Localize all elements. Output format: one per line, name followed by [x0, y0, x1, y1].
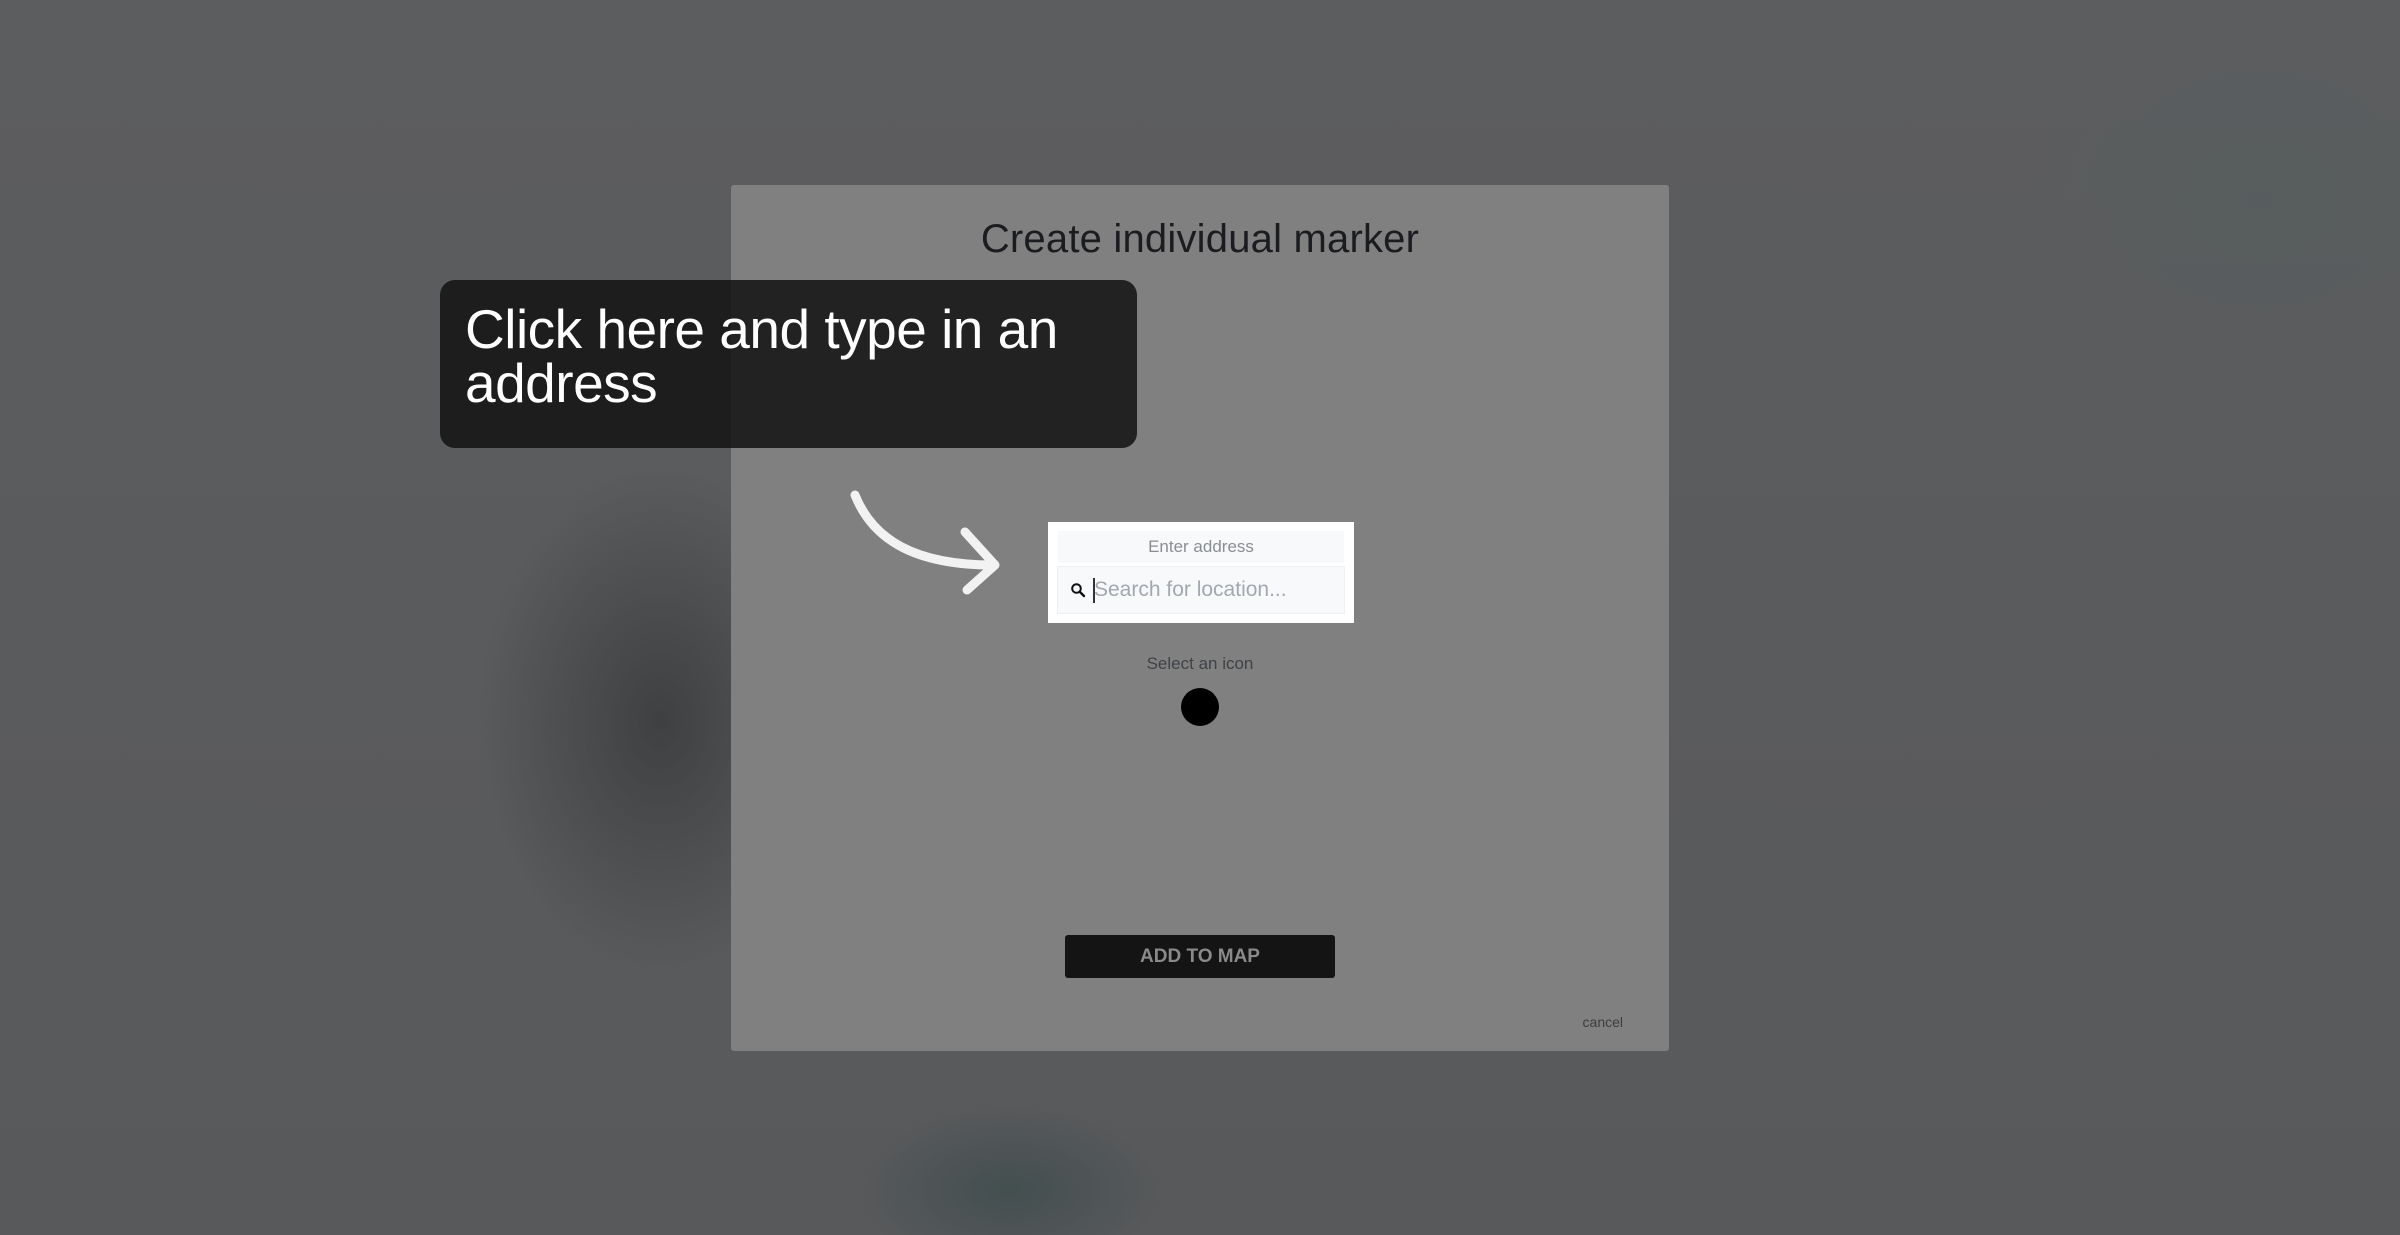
curved-arrow-icon [850, 490, 1000, 595]
tooltip-text: Click here and type in an address [465, 298, 1058, 414]
add-to-map-button[interactable]: ADD TO MAP [1065, 935, 1335, 978]
search-icon [1071, 583, 1086, 598]
onboarding-tooltip: Click here and type in an address [440, 280, 1137, 448]
address-label: Enter address [1058, 531, 1344, 563]
address-box: Enter address [1048, 522, 1354, 623]
circle-marker-icon[interactable] [1181, 688, 1219, 726]
location-search[interactable] [1058, 567, 1344, 613]
select-icon-label: Select an icon [1146, 654, 1254, 673]
cancel-link[interactable]: cancel [1583, 1014, 1623, 1030]
text-caret [1093, 578, 1095, 603]
modal-title: Create individual marker [980, 217, 1420, 261]
search-input[interactable] [1094, 573, 1334, 607]
